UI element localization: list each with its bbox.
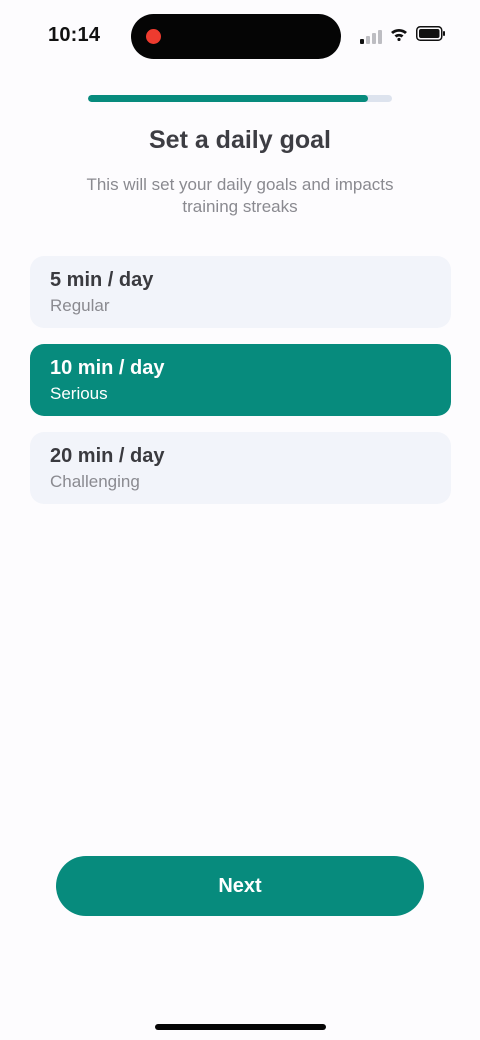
page-subtitle: This will set your daily goals and impac… xyxy=(86,175,394,216)
page-title: Set a daily goal xyxy=(148,126,331,154)
goal-option-5-min[interactable]: 5 min / day Regular xyxy=(30,256,451,328)
progress-fill xyxy=(88,95,368,102)
next-button[interactable]: Next xyxy=(56,856,424,916)
dynamic-island xyxy=(131,14,341,59)
goal-option-subtitle: Serious xyxy=(50,384,108,403)
onboarding-progress-bar xyxy=(88,95,392,102)
status-bar: 10:14 xyxy=(0,0,480,72)
status-icons xyxy=(360,26,446,46)
goal-option-title: 5 min / day xyxy=(50,269,154,291)
battery-icon xyxy=(416,26,446,46)
signal-icon xyxy=(360,28,382,44)
recording-indicator-icon xyxy=(146,29,161,44)
goal-option-20-min[interactable]: 20 min / day Challenging xyxy=(30,432,451,504)
goal-option-subtitle: Regular xyxy=(50,296,110,315)
goal-option-10-min[interactable]: 10 min / day Serious xyxy=(30,344,451,416)
goal-option-title: 10 min / day xyxy=(50,357,165,379)
goal-option-subtitle: Challenging xyxy=(50,472,140,491)
wifi-icon xyxy=(390,27,408,46)
goal-options-list: 5 min / day Regular 10 min / day Serious… xyxy=(30,256,451,520)
goal-option-title: 20 min / day xyxy=(50,445,165,467)
home-indicator xyxy=(155,1024,326,1030)
status-time: 10:14 xyxy=(48,24,101,46)
